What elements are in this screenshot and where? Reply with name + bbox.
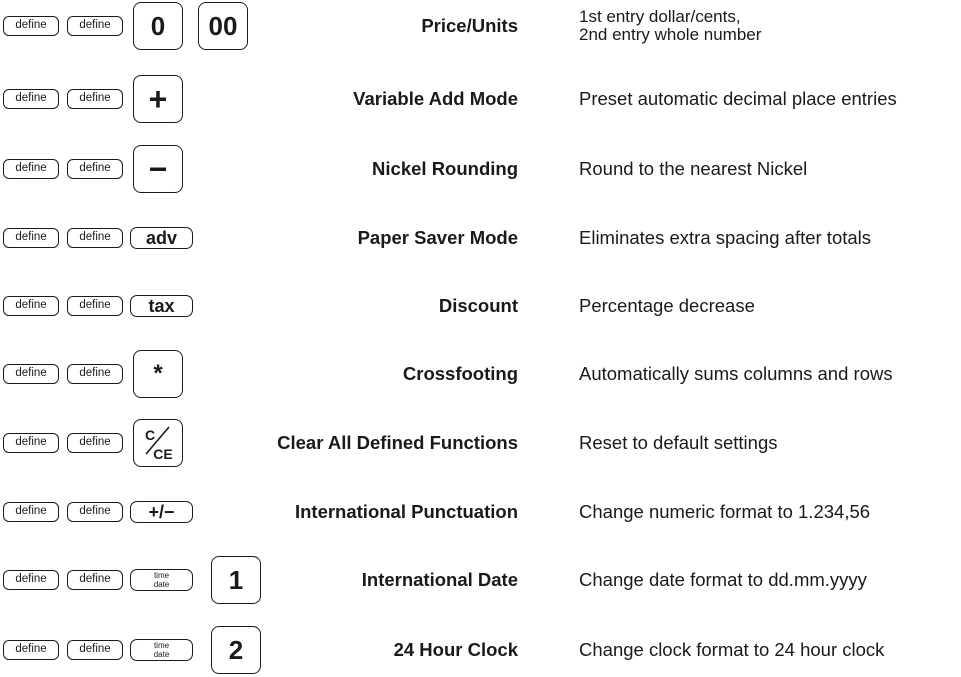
function-title: International Punctuation	[294, 501, 518, 522]
description-line: 2nd entry whole number	[579, 25, 762, 44]
define-key: define	[67, 228, 123, 248]
two-key: 2	[211, 626, 261, 674]
function-description: 1st entry dollar/cents, 2nd entry whole …	[579, 2, 761, 50]
define-key: define	[67, 570, 123, 590]
define-key: define	[3, 228, 59, 248]
define-key: define	[3, 433, 59, 453]
define-key: define	[3, 296, 59, 316]
function-description: Change date format to dd.mm.yyyy	[579, 569, 867, 590]
define-key: define	[67, 89, 123, 109]
function-title: Clear All Defined Functions	[277, 432, 518, 453]
function-description: Preset automatic decimal place entries	[579, 88, 897, 109]
date-label: date	[153, 580, 170, 589]
define-key: define	[67, 502, 123, 522]
zero-key: 0	[133, 2, 183, 50]
row-24-hour-clock: define define time date 2 24 Hour Clock …	[0, 626, 961, 674]
function-title: Price/Units	[421, 15, 518, 36]
define-key: define	[67, 640, 123, 660]
time-date-key: time date	[130, 639, 193, 661]
tax-key: tax	[130, 295, 193, 317]
minus-key: −	[133, 145, 183, 193]
row-discount: define define tax Discount Percentage de…	[0, 282, 961, 330]
asterisk-key: *	[133, 350, 183, 398]
define-key: define	[3, 502, 59, 522]
function-title: Paper Saver Mode	[357, 227, 518, 248]
row-international-punctuation: define define +/− International Punctuat…	[0, 488, 961, 536]
clear-key-label-top: C	[145, 427, 155, 443]
define-key: define	[67, 364, 123, 384]
function-title: 24 Hour Clock	[393, 639, 518, 660]
function-description: Round to the nearest Nickel	[579, 158, 808, 179]
date-label: date	[153, 650, 170, 659]
define-key: define	[3, 364, 59, 384]
clear-entry-icon: C CE	[145, 426, 173, 462]
define-key: define	[67, 159, 123, 179]
define-key: define	[67, 433, 123, 453]
define-key: define	[3, 570, 59, 590]
adv-key: adv	[130, 227, 193, 249]
row-price-units: define define 0 00 Price/Units 1st entry…	[0, 2, 961, 50]
function-description: Percentage decrease	[579, 295, 755, 316]
row-variable-add-mode: define define + Variable Add Mode Preset…	[0, 75, 961, 123]
time-label: time	[153, 641, 170, 650]
clear-key-label-bottom: CE	[153, 446, 172, 462]
plus-minus-key: +/−	[130, 501, 193, 523]
function-title: Variable Add Mode	[353, 88, 518, 109]
define-key: define	[3, 89, 59, 109]
define-key: define	[3, 640, 59, 660]
function-description: Change clock format to 24 hour clock	[579, 639, 885, 660]
function-title: Crossfooting	[402, 363, 518, 384]
define-key: define	[3, 16, 59, 36]
double-zero-key: 00	[198, 2, 248, 50]
function-description: Eliminates extra spacing after totals	[579, 227, 872, 248]
function-description: Reset to default settings	[579, 432, 778, 453]
function-title: Nickel Rounding	[372, 158, 518, 179]
one-key: 1	[211, 556, 261, 604]
define-key: define	[3, 159, 59, 179]
clear-entry-key: C CE	[133, 419, 183, 467]
row-paper-saver-mode: define define adv Paper Saver Mode Elimi…	[0, 214, 961, 262]
plus-key: +	[133, 75, 183, 123]
row-nickel-rounding: define define − Nickel Rounding Round to…	[0, 145, 961, 193]
time-date-key: time date	[130, 569, 193, 591]
function-title: International Date	[361, 569, 518, 590]
description-line: 1st entry dollar/cents,	[579, 7, 741, 26]
function-title: Discount	[438, 295, 518, 316]
function-description: Change numeric format to 1.234,56	[579, 501, 871, 522]
define-key: define	[67, 296, 123, 316]
define-key: define	[67, 16, 123, 36]
row-clear-all: define define C CE Clear All Defined Fun…	[0, 419, 961, 467]
row-crossfooting: define define * Crossfooting Automatical…	[0, 350, 961, 398]
time-label: time	[153, 571, 170, 580]
function-description: Automatically sums columns and rows	[579, 363, 893, 384]
row-international-date: define define time date 1 International …	[0, 556, 961, 604]
